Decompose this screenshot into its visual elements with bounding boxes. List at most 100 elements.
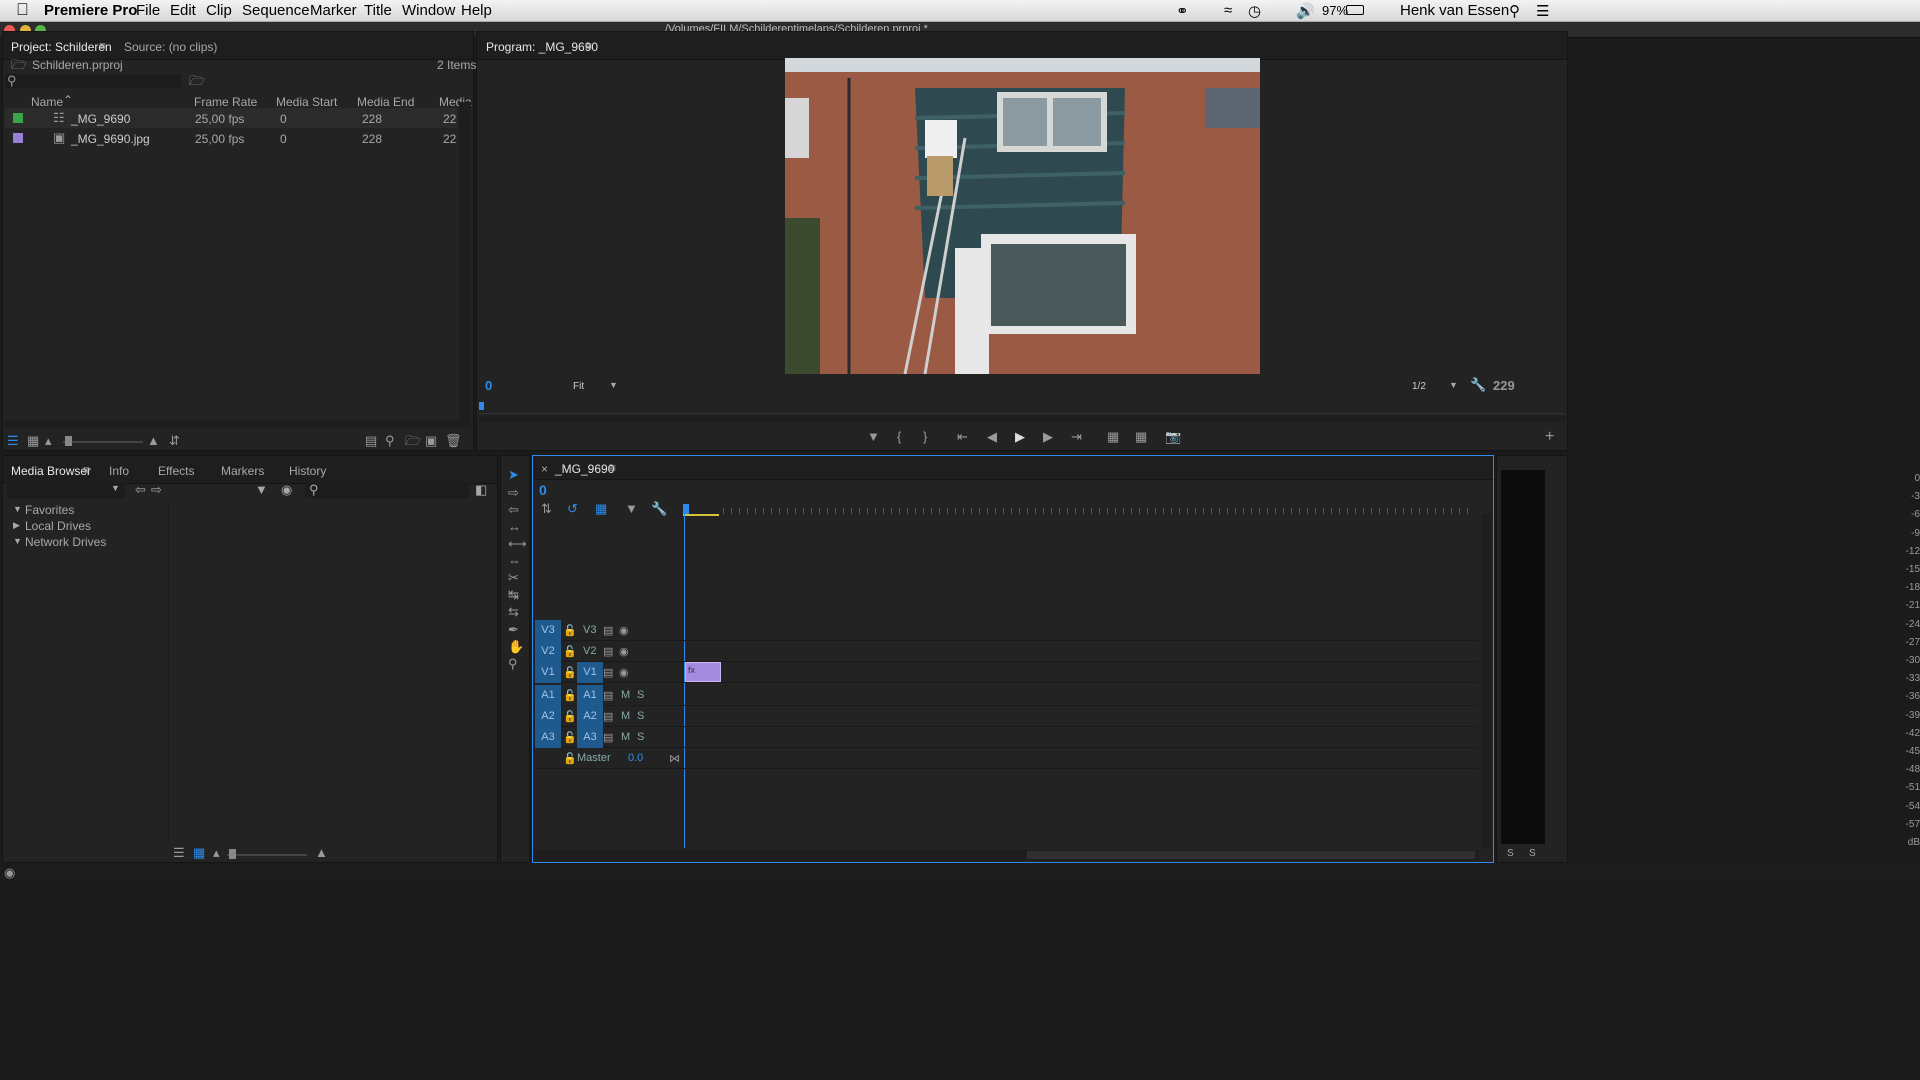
wifi-icon[interactable]: ≈: [1224, 2, 1232, 19]
source-patch-v1[interactable]: V1: [535, 662, 561, 683]
go-to-in-icon[interactable]: ⇤: [957, 430, 968, 444]
lock-icon[interactable]: 🔓: [563, 666, 577, 680]
sync-lock-icon[interactable]: ▤: [603, 645, 613, 659]
go-to-out-icon[interactable]: ⇥: [1071, 430, 1082, 444]
tab-program[interactable]: Program: _MG_9690: [486, 40, 598, 54]
master-pan-icon[interactable]: ⋈: [669, 752, 680, 766]
solo-button[interactable]: S: [637, 706, 644, 727]
work-area-bar[interactable]: [683, 514, 719, 516]
lock-icon[interactable]: 🔓: [563, 752, 577, 766]
clear-icon[interactable]: 🗑: [445, 434, 462, 448]
volume-icon[interactable]: 🔊: [1296, 2, 1315, 20]
chevron-down-icon[interactable]: ▼: [111, 483, 120, 493]
tab-effects[interactable]: Effects: [158, 464, 194, 478]
chevron-down-icon[interactable]: ▼: [609, 380, 618, 390]
new-bin-icon[interactable]: 🗁: [405, 434, 421, 448]
mark-in-icon[interactable]: {: [897, 430, 901, 444]
export-frame-icon[interactable]: 📷: [1165, 430, 1181, 444]
zoom-out-icon[interactable]: ▴: [213, 846, 220, 860]
selection-tool-icon[interactable]: ➤: [508, 468, 519, 482]
timeline-settings-wrench-icon[interactable]: 🔧: [651, 502, 667, 516]
linked-selection-icon[interactable]: ▦: [595, 502, 607, 516]
panel-menu-icon[interactable]: ≡: [609, 461, 616, 475]
list-view-icon[interactable]: ☰: [7, 434, 19, 448]
icon-view-icon[interactable]: ▦: [27, 434, 39, 448]
program-video-frame[interactable]: [785, 58, 1260, 374]
menu-file[interactable]: File: [136, 2, 160, 19]
mute-button[interactable]: M: [621, 706, 630, 727]
column-media-start[interactable]: Media Start: [276, 95, 337, 109]
zoom-tool-icon[interactable]: ⚲: [508, 657, 518, 671]
mark-out-icon[interactable]: }: [923, 430, 927, 444]
filter-icon[interactable]: ▼: [255, 482, 268, 497]
step-forward-icon[interactable]: ▶: [1043, 430, 1053, 444]
forward-arrow-icon[interactable]: ⇨: [151, 482, 162, 498]
track-target-v1[interactable]: V1: [577, 662, 603, 683]
lock-icon[interactable]: 🔓: [563, 645, 577, 659]
panel-menu-icon[interactable]: ≡: [585, 39, 592, 53]
mute-button[interactable]: M: [621, 727, 630, 748]
list-view-icon[interactable]: ☰: [173, 846, 185, 860]
column-name[interactable]: Name: [31, 95, 63, 109]
panel-menu-icon[interactable]: ≡: [83, 463, 90, 477]
lift-icon[interactable]: ▦: [1107, 430, 1119, 444]
eye-icon[interactable]: ◉: [619, 624, 629, 638]
creative-cloud-icon[interactable]: ⚭: [1176, 2, 1189, 20]
menu-edit[interactable]: Edit: [170, 2, 196, 19]
sort-icons-icon[interactable]: ⇵: [169, 434, 180, 448]
pen-tool-icon[interactable]: ✒: [508, 623, 519, 637]
disclosure-collapsed-icon[interactable]: ▶: [13, 520, 20, 531]
tab-source[interactable]: Source: (no clips): [124, 40, 217, 54]
browse-location-dropdown[interactable]: [7, 482, 125, 498]
add-marker-icon[interactable]: ▼: [625, 502, 638, 516]
solo-button[interactable]: S: [637, 685, 644, 706]
timeline-vertical-scrollbar[interactable]: [1481, 514, 1491, 848]
chevron-down-icon[interactable]: ▼: [1449, 380, 1458, 390]
battery-icon[interactable]: [1346, 5, 1364, 15]
track-target-v2[interactable]: V2: [583, 641, 596, 662]
new-item-icon[interactable]: ▣: [425, 434, 437, 448]
settings-wrench-icon[interactable]: 🔧: [1470, 377, 1486, 393]
timeline-timecode[interactable]: 0: [539, 482, 547, 498]
zoom-in-icon[interactable]: ▲: [147, 434, 160, 448]
solo-button[interactable]: S: [637, 727, 644, 748]
extract-icon[interactable]: ▦: [1135, 430, 1147, 444]
slide-tool-icon[interactable]: ⇆: [508, 605, 519, 619]
lock-icon[interactable]: 🔓: [563, 689, 577, 703]
eye-icon[interactable]: ◉: [619, 645, 629, 659]
apple-icon[interactable]: : [16, 0, 29, 20]
source-patch-a2[interactable]: A2: [535, 706, 561, 727]
user-name[interactable]: Henk van Essen: [1400, 2, 1509, 19]
horizontal-scrollbar[interactable]: [5, 420, 471, 428]
spotlight-icon[interactable]: ⚲: [1509, 2, 1520, 20]
menu-window[interactable]: Window: [402, 2, 455, 19]
disclosure-expanded-icon[interactable]: ▼: [13, 536, 22, 546]
rate-stretch-tool-icon[interactable]: ⇔: [508, 554, 521, 568]
find-icon[interactable]: ⚲: [385, 434, 395, 448]
track-target-v3[interactable]: V3: [583, 620, 596, 641]
ripple-edit-tool-icon[interactable]: ↔: [508, 520, 521, 534]
lock-icon[interactable]: 🔓: [563, 710, 577, 724]
play-icon[interactable]: ▶: [1015, 430, 1025, 444]
automate-to-sequence-icon[interactable]: ▤: [365, 434, 377, 448]
menu-title[interactable]: Title: [364, 2, 392, 19]
snap-icon[interactable]: ↺: [567, 502, 578, 516]
vertical-scrollbar[interactable]: [459, 102, 471, 422]
source-patch-v2[interactable]: V2: [535, 641, 561, 662]
sync-lock-icon[interactable]: ▤: [603, 689, 613, 703]
tab-history[interactable]: History: [289, 464, 326, 478]
rolling-edit-tool-icon[interactable]: ⟷: [508, 537, 527, 551]
eye-icon[interactable]: ◉: [619, 666, 629, 680]
source-patch-v3[interactable]: V3: [535, 620, 561, 641]
timeline-horizontal-scrollbar[interactable]: [533, 850, 1479, 860]
project-search-field[interactable]: [5, 74, 181, 88]
program-scroll-bar[interactable]: [479, 416, 1565, 422]
track-select-forward-tool-icon[interactable]: ⇨: [508, 486, 519, 500]
zoom-out-icon[interactable]: ▴: [45, 434, 52, 448]
table-row[interactable]: ▣ _MG_9690.jpg 25,00 fps 0 228 229: [5, 128, 457, 148]
fit-zoom-select[interactable]: Fit: [573, 381, 584, 392]
menu-clip[interactable]: Clip: [206, 2, 232, 19]
thumbnail-view-icon[interactable]: ▦: [193, 846, 205, 860]
menu-help[interactable]: Help: [461, 2, 492, 19]
button-editor-add-icon[interactable]: +: [1545, 429, 1554, 445]
